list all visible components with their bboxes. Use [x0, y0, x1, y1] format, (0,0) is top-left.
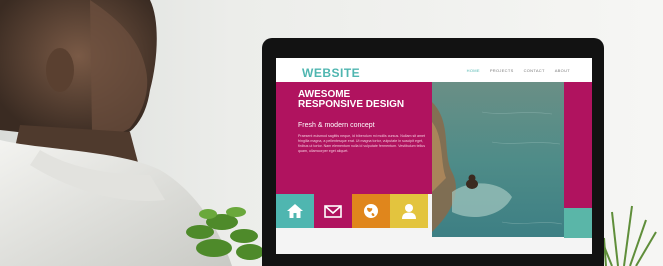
hero-subtitle: Fresh & modern concept [298, 122, 375, 129]
monitor-screen: WEBSITE HOME PROJECTS CONTACT ABOUT AWES… [276, 58, 592, 254]
site-logo[interactable]: WEBSITE [302, 66, 360, 80]
hero-side-panel [564, 82, 592, 208]
mail-icon [324, 205, 342, 218]
nav-item-about[interactable]: ABOUT [555, 68, 570, 73]
globe-tile[interactable] [352, 194, 390, 228]
user-tile[interactable] [390, 194, 428, 228]
globe-icon [364, 204, 378, 218]
mail-tile[interactable] [314, 194, 352, 228]
photo-scene: WEBSITE HOME PROJECTS CONTACT ABOUT AWES… [0, 0, 663, 266]
user-icon [402, 204, 416, 219]
nav-item-projects[interactable]: PROJECTS [490, 68, 514, 73]
hero-title: AWESOME RESPONSIVE DESIGN [298, 89, 405, 110]
hero-photo [432, 82, 564, 237]
site-nav: HOME PROJECTS CONTACT ABOUT [467, 68, 570, 73]
teal-block [564, 208, 592, 238]
nav-item-home[interactable]: HOME [467, 68, 480, 73]
site-header: WEBSITE HOME PROJECTS CONTACT ABOUT [276, 58, 592, 82]
home-icon [287, 204, 303, 218]
nav-item-contact[interactable]: CONTACT [524, 68, 545, 73]
hero-body-text: Praesent euismod sagittis neque, id bibe… [298, 134, 426, 153]
home-tile[interactable] [276, 194, 314, 228]
